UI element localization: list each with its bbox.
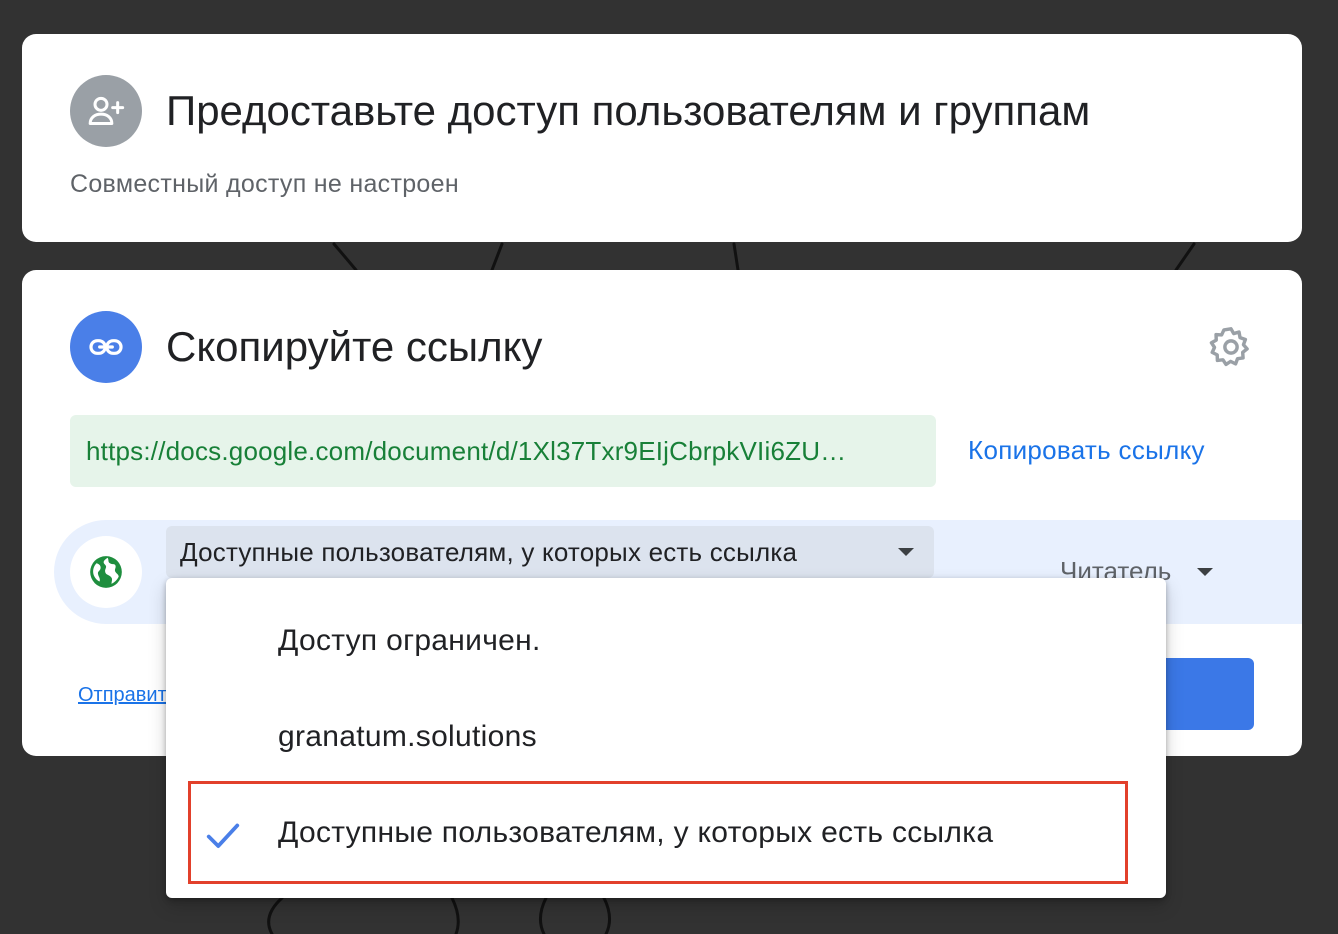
general-access-selected: Доступные пользователям, у которых есть … bbox=[180, 536, 798, 567]
highlight-annotation bbox=[188, 781, 1128, 884]
menu-item-organization[interactable]: granatum.solutions bbox=[166, 690, 1166, 786]
person-add-icon bbox=[70, 75, 142, 147]
menu-item-label: granatum.solutions bbox=[278, 720, 537, 753]
link-url-field[interactable]: https://docs.google.com/document/d/1Xl37… bbox=[70, 415, 936, 487]
sharing-status: Совместный доступ не настроен bbox=[70, 170, 459, 198]
menu-item-label: Доступ ограничен. bbox=[278, 624, 541, 657]
menu-item-restricted[interactable]: Доступ ограничен. bbox=[166, 594, 1166, 690]
link-icon bbox=[70, 311, 142, 383]
share-title: Предоставьте доступ пользователям и груп… bbox=[166, 87, 1091, 134]
role-chevron-down-icon bbox=[1197, 567, 1214, 576]
chevron-down-icon bbox=[898, 548, 914, 556]
globe-icon bbox=[70, 536, 142, 608]
send-feedback-link[interactable]: Отправит bbox=[78, 684, 167, 707]
general-access-dropdown[interactable]: Доступные пользователям, у которых есть … bbox=[166, 526, 934, 578]
copy-link-title: Скопируйте ссылку bbox=[166, 323, 543, 370]
share-with-people-card[interactable]: Предоставьте доступ пользователям и груп… bbox=[22, 34, 1302, 242]
copy-link-button[interactable]: Копировать ссылку bbox=[968, 435, 1205, 466]
gear-icon[interactable] bbox=[1208, 324, 1254, 370]
link-url-text: https://docs.google.com/document/d/1Xl37… bbox=[86, 435, 847, 466]
